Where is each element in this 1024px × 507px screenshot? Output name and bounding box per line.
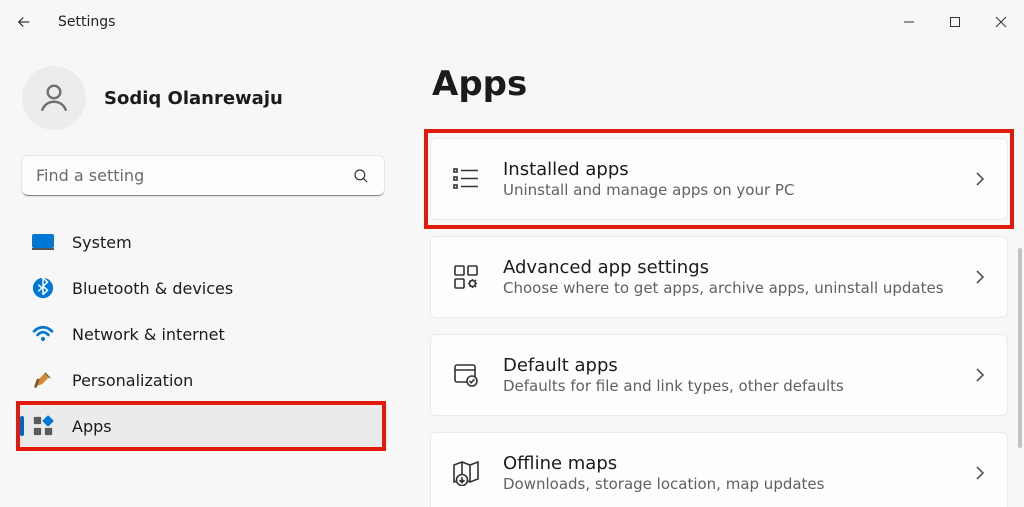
nav: System Bluetooth & devices Network & int… [18,220,390,448]
window-title: Settings [58,14,115,30]
wifi-icon [32,323,54,345]
app-check-icon [451,360,481,390]
search-icon [352,167,370,185]
apps-icon [32,415,54,437]
sidebar: Sodiq Olanrewaju System [18,44,390,507]
user-name: Sodiq Olanrewaju [104,88,283,109]
search-input[interactable] [22,156,384,196]
sidebar-item-label: Bluetooth & devices [72,279,233,298]
card-default-apps[interactable]: Default apps Defaults for file and link … [430,334,1008,416]
minimize-button[interactable] [886,0,932,44]
close-button[interactable] [978,0,1024,44]
card-title: Installed apps [503,158,953,181]
sidebar-item-label: Apps [72,417,112,436]
titlebar: Settings [0,0,1024,44]
card-subtitle: Uninstall and manage apps on your PC [503,181,953,201]
close-icon [995,16,1007,28]
chevron-right-icon [975,171,985,187]
settings-window: Settings Sodiq Olanrewaju [0,0,1024,507]
window-controls [886,0,1024,44]
sidebar-item-network[interactable]: Network & internet [20,312,388,356]
card-subtitle: Downloads, storage location, map updates [503,475,953,495]
paint-icon [32,369,54,391]
titlebar-left: Settings [10,8,115,36]
card-text: Offline maps Downloads, storage location… [503,452,953,495]
card-subtitle: Defaults for file and link types, other … [503,377,953,397]
sidebar-item-bluetooth[interactable]: Bluetooth & devices [20,266,388,310]
sidebar-item-personalization[interactable]: Personalization [20,358,388,402]
card-title: Advanced app settings [503,256,953,279]
apps-gear-icon [451,262,481,292]
chevron-right-icon [975,269,985,285]
page-title: Apps [432,64,1008,104]
body: Sodiq Olanrewaju System [0,44,1024,507]
chevron-right-icon [975,367,985,383]
content: Apps Installed apps Uninstall and manage… [390,44,1014,507]
system-icon [32,231,54,253]
maximize-button[interactable] [932,0,978,44]
card-subtitle: Choose where to get apps, archive apps, … [503,279,953,299]
card-installed-apps[interactable]: Installed apps Uninstall and manage apps… [430,138,1008,220]
list-icon [451,164,481,194]
search-wrap [22,156,384,196]
card-title: Offline maps [503,452,953,475]
minimize-icon [903,16,915,28]
map-download-icon [451,458,481,488]
person-icon [36,80,72,116]
chevron-right-icon [975,465,985,481]
sidebar-item-label: Network & internet [72,325,225,344]
sidebar-item-apps[interactable]: Apps [20,404,388,448]
card-title: Default apps [503,354,953,377]
profile[interactable]: Sodiq Olanrewaju [18,66,390,156]
avatar [22,66,86,130]
sidebar-item-system[interactable]: System [20,220,388,264]
cards: Installed apps Uninstall and manage apps… [430,138,1008,507]
sidebar-item-label: Personalization [72,371,193,390]
bluetooth-icon [32,277,54,299]
card-text: Default apps Defaults for file and link … [503,354,953,397]
arrow-left-icon [15,13,33,31]
scrollbar[interactable] [1018,248,1022,448]
card-text: Installed apps Uninstall and manage apps… [503,158,953,201]
card-advanced-app-settings[interactable]: Advanced app settings Choose where to ge… [430,236,1008,318]
back-button[interactable] [10,8,38,36]
sidebar-item-label: System [72,233,132,252]
card-text: Advanced app settings Choose where to ge… [503,256,953,299]
card-offline-maps[interactable]: Offline maps Downloads, storage location… [430,432,1008,507]
maximize-icon [949,16,961,28]
